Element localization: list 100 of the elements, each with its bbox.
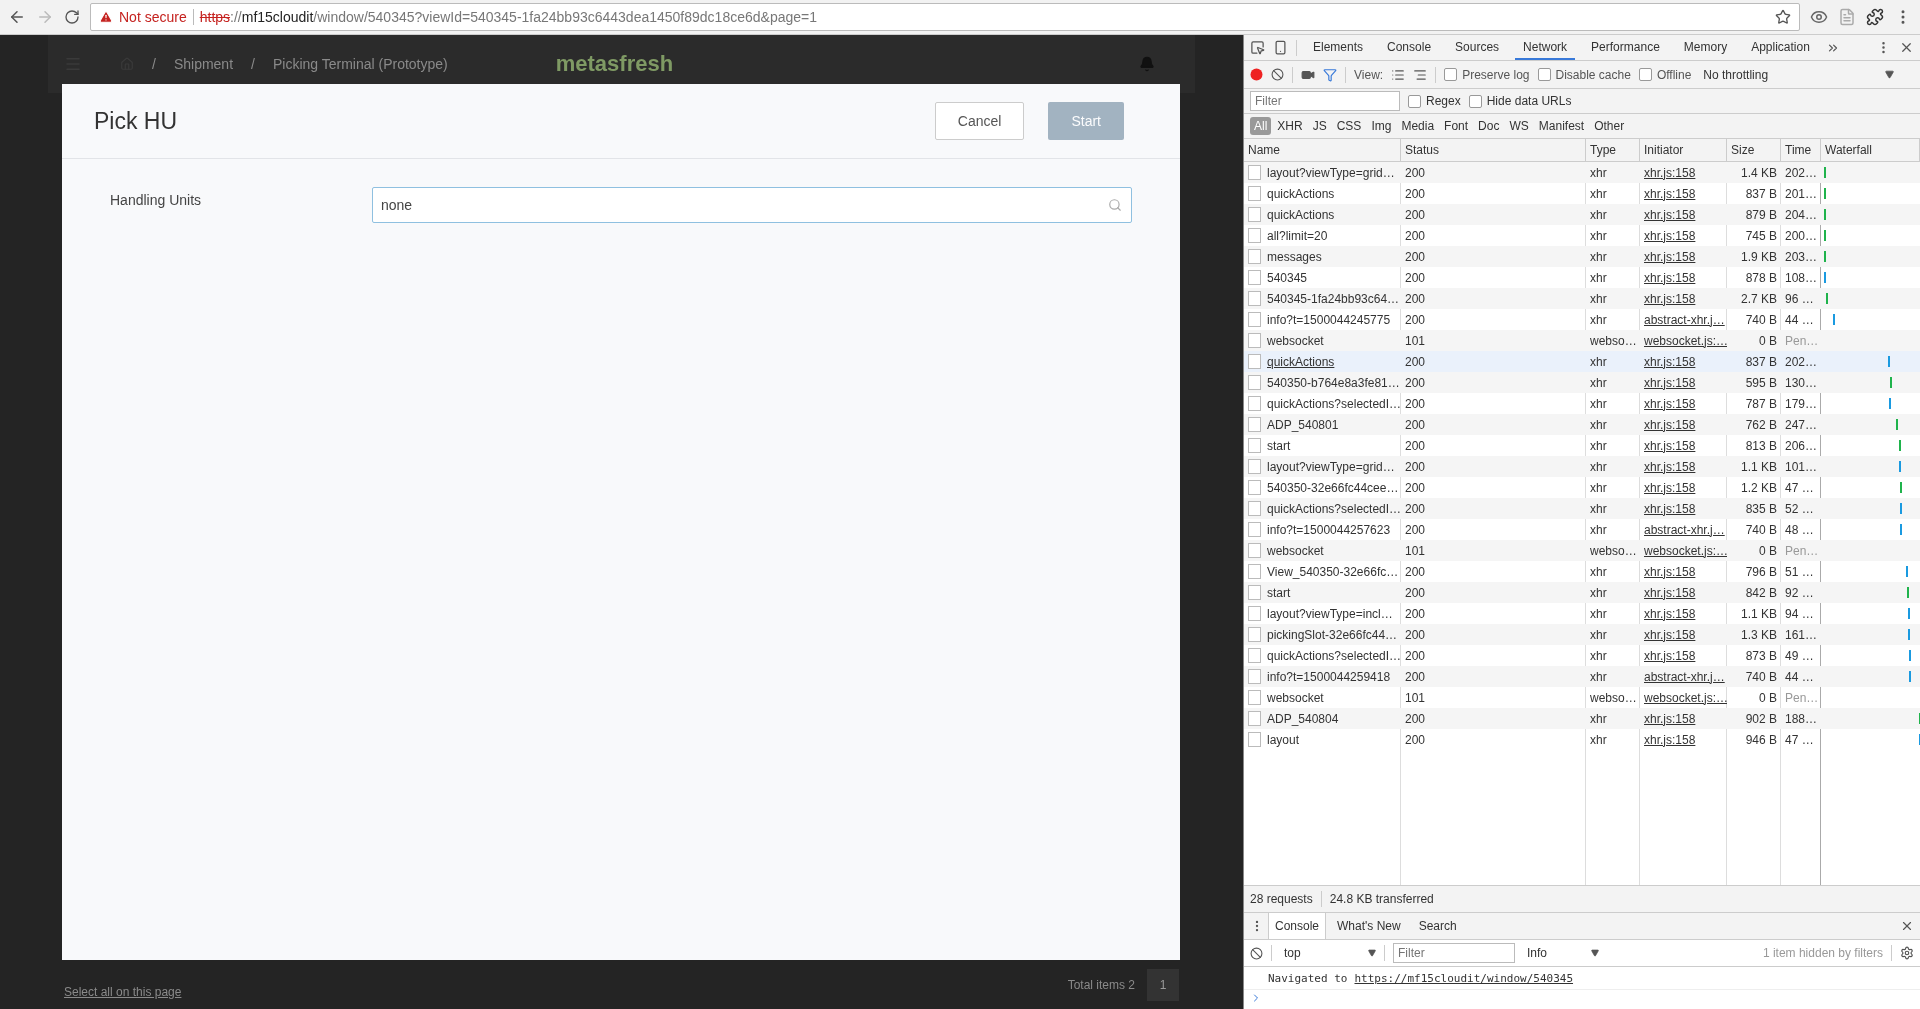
column-header[interactable]: Type <box>1586 139 1640 161</box>
column-header[interactable]: Time <box>1781 139 1821 161</box>
type-filter[interactable]: XHR <box>1273 117 1307 135</box>
request-row[interactable]: start 200 xhr xhr.js:158 813 B 206… <box>1244 435 1920 456</box>
initiator-link[interactable]: websocket.js:… <box>1640 333 1727 348</box>
throttling-dropdown[interactable]: No throttling <box>1699 67 1850 82</box>
request-row[interactable]: 540345 200 xhr xhr.js:158 878 B 108… <box>1244 267 1920 288</box>
column-header[interactable]: Size <box>1727 139 1781 161</box>
initiator-link[interactable]: xhr.js:158 <box>1640 732 1727 747</box>
clear-icon[interactable] <box>1250 946 1263 960</box>
record-icon[interactable] <box>1250 68 1263 81</box>
initiator-link[interactable]: xhr.js:158 <box>1640 438 1727 453</box>
request-row[interactable]: quickActions?selectedI… 200 xhr xhr.js:158 873 B 49 … <box>1244 645 1920 666</box>
devtools-tab[interactable]: Console <box>1379 35 1440 60</box>
select-all-link[interactable]: Select all on this page <box>64 985 182 999</box>
type-filter[interactable]: Doc <box>1474 117 1504 135</box>
request-row[interactable]: ADP_540804 200 xhr xhr.js:158 902 B 188… <box>1244 708 1920 729</box>
initiator-link[interactable]: abstract-xhr.j… <box>1640 669 1727 684</box>
drawer-tab[interactable]: Console <box>1268 913 1327 939</box>
type-filter[interactable]: JS <box>1308 117 1331 135</box>
request-row[interactable]: start 200 xhr xhr.js:158 842 B 92 … <box>1244 582 1920 603</box>
drawer-tab[interactable]: What's New <box>1330 913 1408 939</box>
type-filter[interactable]: Other <box>1590 117 1629 135</box>
close-icon[interactable] <box>1900 919 1914 933</box>
request-row[interactable]: websocket 101 webso… websocket.js:… 0 B Pen… <box>1244 687 1920 708</box>
initiator-link[interactable]: xhr.js:158 <box>1640 375 1727 390</box>
filter-field[interactable]: Filter <box>1393 943 1515 963</box>
type-filter[interactable]: Manifest <box>1534 117 1589 135</box>
request-row[interactable]: View_540350-32e66fc… 200 xhr xhr.js:158 796 B 51 … <box>1244 561 1920 582</box>
devtools-tab[interactable]: Elements <box>1305 35 1372 60</box>
request-row[interactable]: ADP_540801 200 xhr xhr.js:158 762 B 247… <box>1244 414 1920 435</box>
extension-icon[interactable] <box>1866 8 1884 26</box>
column-header[interactable]: Waterfall <box>1821 139 1920 161</box>
settings-icon[interactable] <box>1900 946 1914 960</box>
search-field[interactable]: none <box>372 187 1132 223</box>
devtools-tab[interactable]: Memory <box>1675 35 1736 60</box>
request-row[interactable]: websocket 101 webso… websocket.js:… 0 B Pen… <box>1244 330 1920 351</box>
breadcrumb-item[interactable]: Shipment <box>173 56 234 72</box>
request-row[interactable]: all?limit=20 200 xhr xhr.js:158 745 B 200… <box>1244 225 1920 246</box>
devtools-tab[interactable]: Application <box>1743 35 1818 60</box>
initiator-link[interactable]: xhr.js:158 <box>1640 417 1727 432</box>
initiator-link[interactable]: xhr.js:158 <box>1640 249 1727 264</box>
checkbox[interactable] <box>1444 68 1458 81</box>
reload-icon[interactable] <box>64 9 80 25</box>
initiator-link[interactable]: xhr.js:158 <box>1640 627 1727 642</box>
column-header[interactable]: Name <box>1244 139 1401 161</box>
filter-icon[interactable] <box>1323 67 1337 82</box>
initiator-link[interactable]: abstract-xhr.j… <box>1640 522 1727 537</box>
request-row[interactable]: info?t=1500044259418 200 xhr abstract-xhr.j… 740 B 44 … <box>1244 666 1920 687</box>
request-row[interactable]: quickActions 200 xhr xhr.js:158 837 B 202… <box>1244 351 1920 372</box>
request-row[interactable]: info?t=1500044257623 200 xhr abstract-xhr.j… 740 B 48 … <box>1244 519 1920 540</box>
address-bar[interactable]: Not secure https://mf15cloudit/window/540345?viewId=540345-1fa24bb93c6443dea1450f89dc18ce6d&page=1 <box>90 3 1800 31</box>
initiator-link[interactable]: abstract-xhr.j… <box>1640 312 1727 327</box>
column-header[interactable]: Initiator <box>1640 139 1727 161</box>
waterfall-view-icon[interactable] <box>1413 67 1428 82</box>
request-row[interactable]: quickActions?selectedI… 200 xhr xhr.js:158 835 B 52 … <box>1244 498 1920 519</box>
type-filter[interactable]: Img <box>1367 117 1396 135</box>
type-filter[interactable]: WS <box>1505 117 1533 135</box>
initiator-link[interactable]: xhr.js:158 <box>1640 480 1727 495</box>
request-row[interactable]: pickingSlot-32e66fc44… 200 xhr xhr.js:158 1.3 KB 161… <box>1244 624 1920 645</box>
device-icon[interactable] <box>1273 40 1288 55</box>
request-row[interactable]: quickActions 200 xhr xhr.js:158 879 B 204… <box>1244 204 1920 225</box>
request-row[interactable]: quickActions 200 xhr xhr.js:158 837 B 201… <box>1244 183 1920 204</box>
page-button[interactable]: 1 <box>1147 969 1179 1001</box>
request-row[interactable]: quickActions?selectedI… 200 xhr xhr.js:158 787 B 179… <box>1244 393 1920 414</box>
inspect-icon[interactable] <box>1250 40 1265 55</box>
checkbox[interactable] <box>1468 94 1482 108</box>
request-row[interactable]: layout?viewType=grid… 200 xhr xhr.js:158 1.4 KB 202… <box>1244 162 1920 183</box>
filter-field[interactable]: Filter <box>1250 91 1400 111</box>
request-row[interactable]: 540350-32e66fc44cee… 200 xhr xhr.js:158 1.2 KB 47 … <box>1244 477 1920 498</box>
request-row[interactable]: layout?viewType=grid… 200 xhr xhr.js:158 1.1 KB 101… <box>1244 456 1920 477</box>
request-row[interactable]: layout?viewType=incl… 200 xhr xhr.js:158 1.1 KB 94 … <box>1244 603 1920 624</box>
type-filter[interactable]: Media <box>1397 117 1439 135</box>
initiator-link[interactable]: xhr.js:158 <box>1640 165 1727 180</box>
initiator-link[interactable]: websocket.js:… <box>1640 543 1727 558</box>
initiator-link[interactable]: websocket.js:… <box>1640 690 1727 705</box>
devtools-tab[interactable]: Sources <box>1447 35 1508 60</box>
request-row[interactable]: layout 200 xhr xhr.js:158 946 B 47 … <box>1244 729 1920 750</box>
initiator-link[interactable]: xhr.js:158 <box>1640 396 1727 411</box>
checkbox[interactable] <box>1408 94 1421 108</box>
bookmark-star-icon[interactable] <box>1775 9 1791 25</box>
list-view-icon[interactable] <box>1391 67 1406 82</box>
extension-icon[interactable] <box>1810 8 1828 26</box>
back-icon[interactable] <box>8 8 26 26</box>
request-row[interactable]: 540350-b764e8a3fe81… 200 xhr xhr.js:158 595 B 130… <box>1244 372 1920 393</box>
initiator-link[interactable]: xhr.js:158 <box>1640 270 1727 285</box>
type-filter[interactable]: CSS <box>1332 117 1366 135</box>
request-row[interactable]: 540345-1fa24bb93c64… 200 xhr xhr.js:158 2.7 KB 96 … <box>1244 288 1920 309</box>
initiator-link[interactable]: xhr.js:158 <box>1640 459 1727 474</box>
drawer-tab[interactable]: Search <box>1411 913 1464 939</box>
request-row[interactable]: messages 200 xhr xhr.js:158 1.9 KB 203… <box>1244 246 1920 267</box>
initiator-link[interactable]: xhr.js:158 <box>1640 291 1727 306</box>
initiator-link[interactable]: xhr.js:158 <box>1640 564 1727 579</box>
initiator-link[interactable]: xhr.js:158 <box>1640 606 1727 621</box>
initiator-link[interactable]: xhr.js:158 <box>1640 711 1727 726</box>
context-dropdown[interactable]: top <box>1280 946 1360 960</box>
initiator-link[interactable]: xhr.js:158 <box>1640 648 1727 663</box>
initiator-link[interactable]: xhr.js:158 <box>1640 186 1727 201</box>
clear-icon[interactable] <box>1271 68 1284 81</box>
request-row[interactable]: websocket 101 webso… websocket.js:… 0 B Pen… <box>1244 540 1920 561</box>
